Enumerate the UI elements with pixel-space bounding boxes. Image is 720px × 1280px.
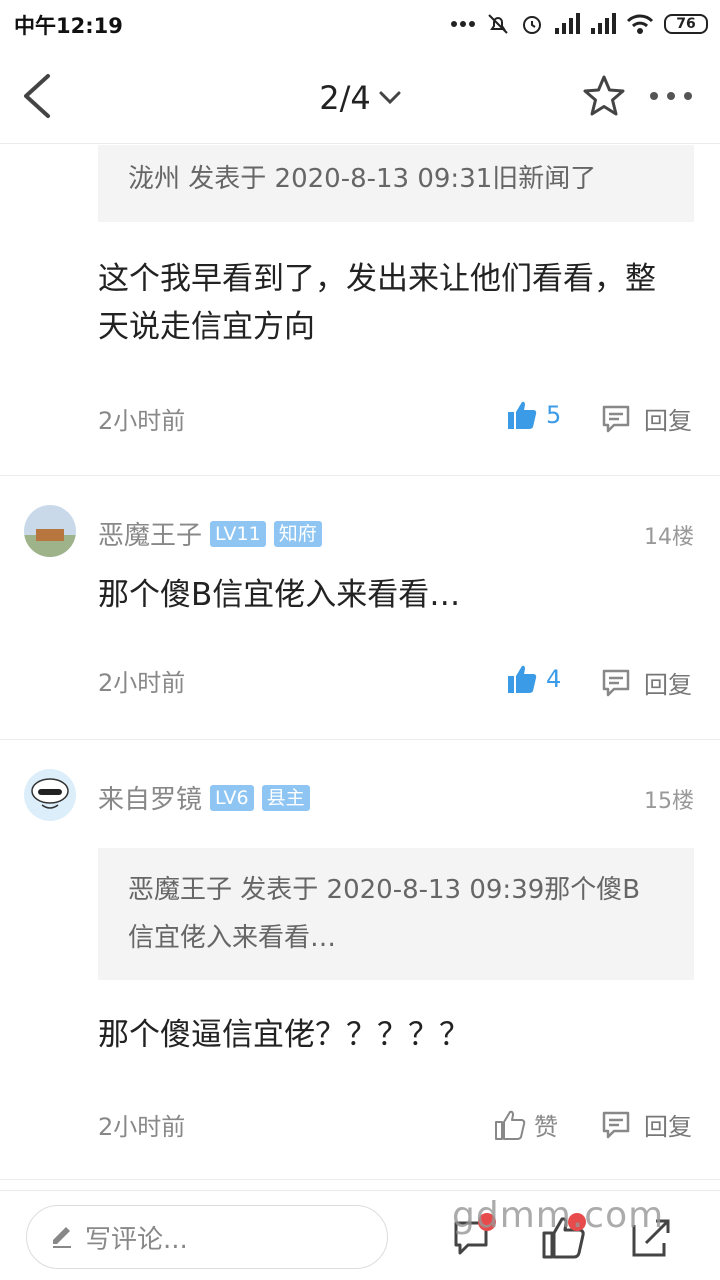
comment-text: 那个傻逼信宜佬？？？？？: [98, 1017, 470, 1053]
status-time: 中午12:19: [14, 14, 123, 38]
like-button[interactable]: 赞: [494, 1107, 558, 1142]
like-count: 5: [546, 401, 562, 429]
comment-list[interactable]: 泷州 发表于 2020-8-13 09:31旧新闻了 这个我早看到了，发出来让他…: [0, 145, 720, 1190]
like-count: 4: [546, 665, 562, 693]
more-icon[interactable]: [650, 88, 700, 104]
title-badge: 知府: [273, 520, 322, 547]
level-badge: LV11: [210, 520, 266, 547]
avatar[interactable]: [24, 769, 76, 821]
comment-time: 2小时前: [98, 669, 186, 697]
bottom-bar: 写评论... gdmm.com: [0, 1190, 720, 1280]
wifi-icon: [626, 14, 654, 34]
star-icon[interactable]: [582, 74, 626, 118]
page-indicator: 2/4: [319, 79, 371, 117]
thumbs-up-icon: [508, 665, 537, 693]
comment-placeholder: 写评论...: [85, 1224, 188, 1255]
divider: [0, 739, 720, 740]
status-bar: 中午12:19 76: [0, 0, 720, 48]
title-badge: 县主: [261, 784, 310, 811]
alarm-icon: [523, 16, 541, 34]
page-selector[interactable]: 2/4: [300, 76, 420, 120]
status-icons: 76: [450, 10, 708, 38]
comment-time: 2小时前: [98, 407, 186, 435]
signal-icon-2: [591, 13, 616, 34]
like-count: 赞: [534, 1113, 558, 1141]
avatar[interactable]: [24, 505, 76, 557]
reply-button[interactable]: 回复: [600, 665, 692, 700]
reply-button[interactable]: 回复: [600, 1107, 692, 1142]
comment-user[interactable]: 来自罗镜 LV6 县主: [98, 779, 310, 816]
comment-text: 那个傻B信宜佬入来看看…: [98, 577, 461, 613]
like-button[interactable]: 4: [506, 663, 561, 695]
quoted-reply: 恶魔王子 发表于 2020-8-13 09:39那个傻B信宜佬入来看看…: [98, 848, 694, 980]
like-button[interactable]: 5: [506, 399, 561, 431]
back-icon[interactable]: [18, 72, 58, 120]
mute-bell-icon: [488, 14, 508, 34]
reply-bubble-icon: [602, 669, 630, 696]
comment-text: 这个我早看到了，发出来让他们看看，整天说走信宜方向: [98, 261, 656, 345]
watermark: gdmm.com: [452, 1195, 665, 1236]
reply-button[interactable]: 回复: [600, 401, 692, 436]
user-name: 来自罗镜: [98, 785, 203, 815]
reply-label: 回复: [644, 407, 692, 435]
divider: [0, 1179, 720, 1180]
floor-number: 15楼: [644, 789, 694, 814]
thumbs-up-icon: [495, 1110, 526, 1140]
reply-label: 回复: [644, 1113, 692, 1141]
pencil-icon: [53, 1227, 71, 1248]
reply-label: 回复: [644, 671, 692, 699]
reply-bubble-icon: [602, 405, 630, 432]
signal-icon: [555, 13, 580, 34]
top-nav-bar: 2/4: [0, 48, 720, 144]
user-name: 恶魔王子: [98, 521, 203, 551]
level-badge: LV6: [210, 784, 254, 811]
more-dots-icon: [451, 21, 475, 27]
reply-bubble-icon: [602, 1111, 630, 1138]
divider: [0, 475, 720, 476]
comment-time: 2小时前: [98, 1113, 186, 1141]
quoted-reply: 泷州 发表于 2020-8-13 09:31旧新闻了: [98, 145, 694, 222]
chevron-down-icon: [379, 91, 401, 105]
battery-icon: 76: [664, 14, 708, 34]
comment-user[interactable]: 恶魔王子 LV11 知府: [98, 515, 322, 552]
floor-number: 14楼: [644, 525, 694, 550]
comment-input[interactable]: 写评论...: [26, 1205, 388, 1269]
thumbs-up-icon: [508, 401, 537, 429]
